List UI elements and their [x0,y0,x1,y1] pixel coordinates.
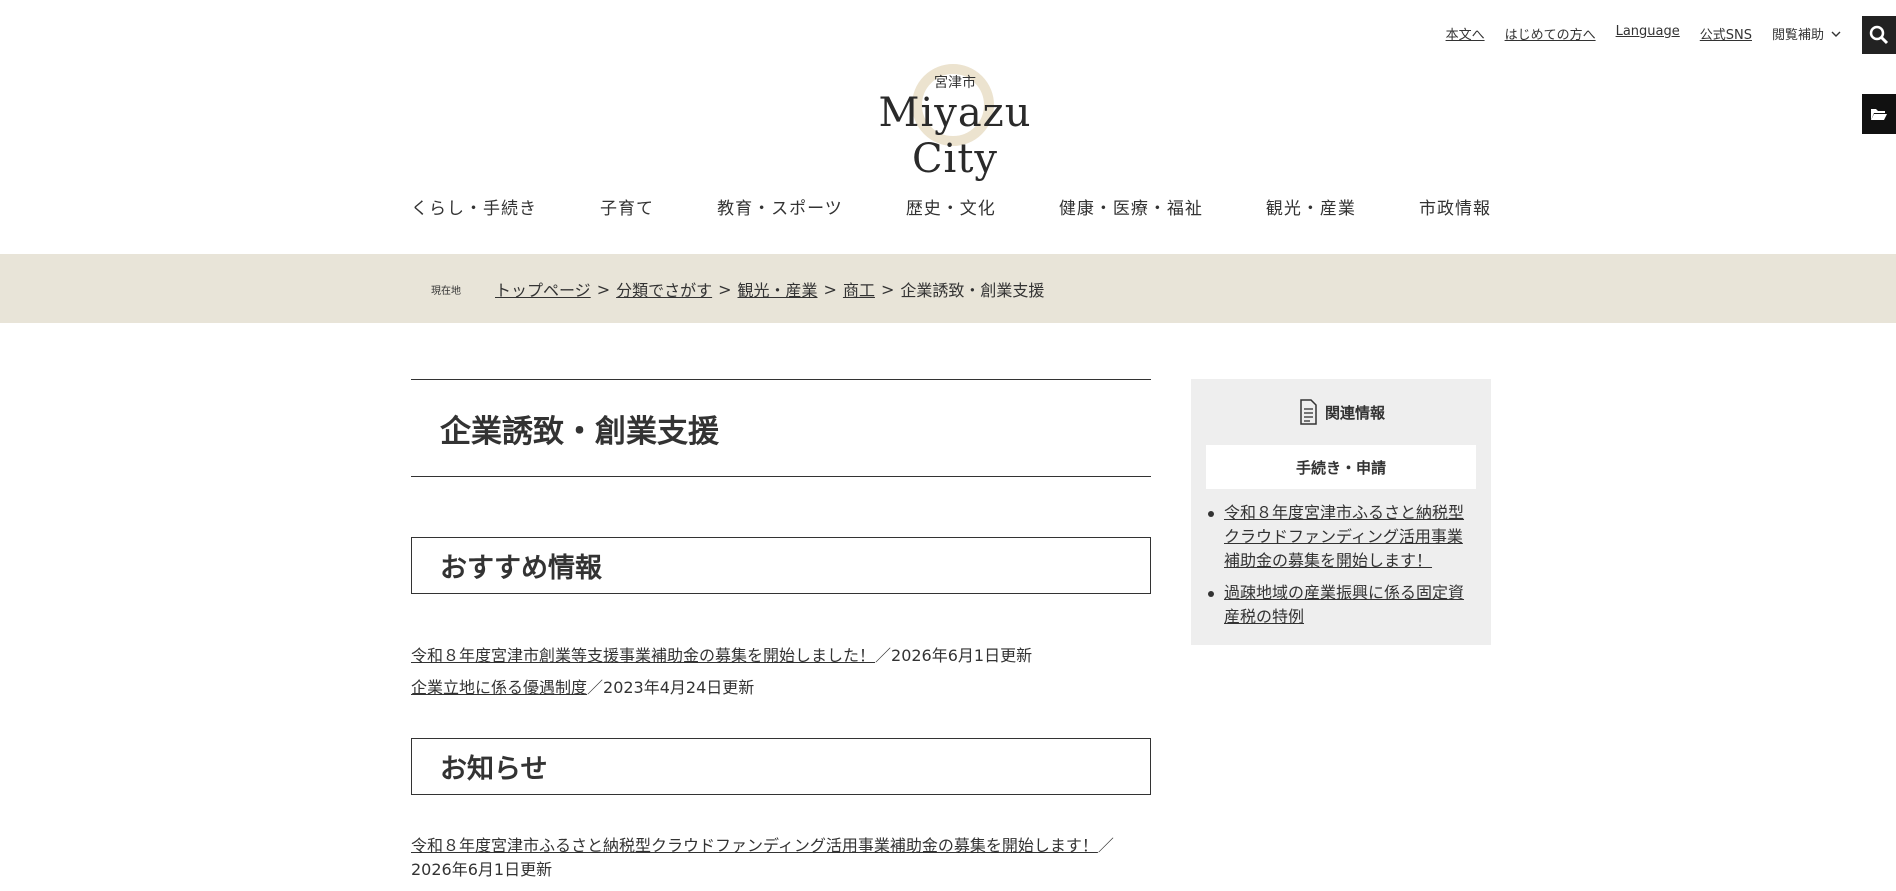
gnav-item-tourism[interactable]: 観光・産業 [1266,194,1356,219]
gnav-item-history[interactable]: 歴史・文化 [906,194,996,219]
recommended-link[interactable]: 企業立地に係る優遇制度 [411,678,587,697]
gnav-item-city-info[interactable]: 市政情報 [1419,194,1491,219]
document-icon [1300,399,1317,425]
gnav-item-health[interactable]: 健康・医療・福祉 [1059,194,1203,219]
skip-to-content-link[interactable]: 本文へ [1446,24,1485,43]
list-item: 令和８年度宮津市ふるさと納税型クラウドファンディング活用事業補助金の募集を開始し… [1206,501,1476,573]
news-link[interactable]: 令和８年度宮津市ふるさと納税型クラウドファンディング活用事業補助金の募集を開始し… [411,836,1098,855]
accessibility-assist-toggle[interactable]: 閲覧補助 [1772,24,1842,43]
official-sns-link[interactable]: 公式SNS [1700,24,1752,43]
update-date: ／2023年4月24日更新 [587,678,755,697]
logo-jp-text: 宮津市 [934,75,976,91]
related-info-sidebar: 関連情報 手続き・申請 令和８年度宮津市ふるさと納税型クラウドファンディング活用… [1191,379,1491,645]
utility-nav: 本文へ はじめての方へ Language 公式SNS 閲覧補助 [1446,24,1842,43]
breadcrumb: 現在地 トップページ > 分類でさがす > 観光・産業 > 商工 > 企業誘致・… [431,277,1044,301]
sidebar-subtitle: 手続き・申請 [1206,445,1476,489]
accessibility-assist-label: 閲覧補助 [1771,28,1824,43]
list-item: 企業立地に係る優遇制度／2023年4月24日更新 [411,672,1151,704]
list-item: 令和８年度宮津市ふるさと納税型クラウドファンディング活用事業補助金の募集を開始し… [411,834,1151,882]
sidebar-list: 令和８年度宮津市ふるさと納税型クラウドファンディング活用事業補助金の募集を開始し… [1206,501,1476,637]
main-content: 企業誘致・創業支援 おすすめ情報 令和８年度宮津市創業等支援事業補助金の募集を開… [411,379,1151,879]
recommended-section: おすすめ情報 令和８年度宮津市創業等支援事業補助金の募集を開始しました！／202… [411,537,1151,704]
breadcrumb-separator: > [596,279,611,299]
breadcrumb-separator: > [823,279,837,299]
search-icon [1869,25,1889,45]
recommended-list: 令和８年度宮津市創業等支援事業補助金の募集を開始しました！／2026年6月1日更… [411,640,1151,704]
first-visitors-link[interactable]: はじめての方へ [1505,24,1596,43]
sidebar-title-row: 関連情報 [1191,399,1491,425]
breadcrumb-link-top[interactable]: トップページ [495,277,591,301]
language-link[interactable]: Language [1616,24,1680,43]
breadcrumb-link-commerce[interactable]: 商工 [843,277,875,301]
chevron-down-icon [1831,31,1841,37]
sidebar-link[interactable]: 過疎地域の産業振興に係る固定資産税の特例 [1224,583,1464,626]
breadcrumb-here-label: 現在地 [431,285,461,297]
folder-open-icon [1871,109,1887,120]
gnav-item-living[interactable]: くらし・手続き [411,194,537,219]
list-item: 令和８年度宮津市創業等支援事業補助金の募集を開始しました！／2026年6月1日更… [411,640,1151,672]
logo-en-text: Miyazu City [878,90,1032,182]
breadcrumb-link-category[interactable]: 分類でさがす [616,277,712,301]
sidebar-title: 関連情報 [1324,403,1385,422]
folder-tab-button[interactable] [1862,94,1896,134]
breadcrumb-current: 企業誘致・創業支援 [900,281,1045,300]
page-title: 企業誘致・創業支援 [411,379,1151,477]
global-nav: くらし・手続き 子育て 教育・スポーツ 歴史・文化 健康・医療・福祉 観光・産業… [411,194,1491,219]
news-list: 令和８年度宮津市ふるさと納税型クラウドファンディング活用事業補助金の募集を開始し… [411,834,1151,882]
site-logo[interactable]: 宮津市 Miyazu City [840,62,1070,182]
news-heading: お知らせ [411,738,1151,795]
gnav-item-education[interactable]: 教育・スポーツ [717,194,843,219]
update-date: ／2026年6月1日更新 [875,646,1033,665]
breadcrumb-separator: > [718,279,732,299]
list-item: 過疎地域の産業振興に係る固定資産税の特例 [1206,581,1476,629]
breadcrumb-link-tourism[interactable]: 観光・産業 [738,277,818,301]
recommended-heading: おすすめ情報 [411,537,1151,594]
breadcrumb-separator: > [880,279,895,299]
gnav-item-childcare[interactable]: 子育て [600,194,654,219]
breadcrumb-bar: 現在地 トップページ > 分類でさがす > 観光・産業 > 商工 > 企業誘致・… [0,254,1896,323]
recommended-link[interactable]: 令和８年度宮津市創業等支援事業補助金の募集を開始しました！ [411,646,875,665]
sidebar-link[interactable]: 令和８年度宮津市ふるさと納税型クラウドファンディング活用事業補助金の募集を開始し… [1224,503,1464,570]
search-button[interactable] [1862,16,1896,54]
